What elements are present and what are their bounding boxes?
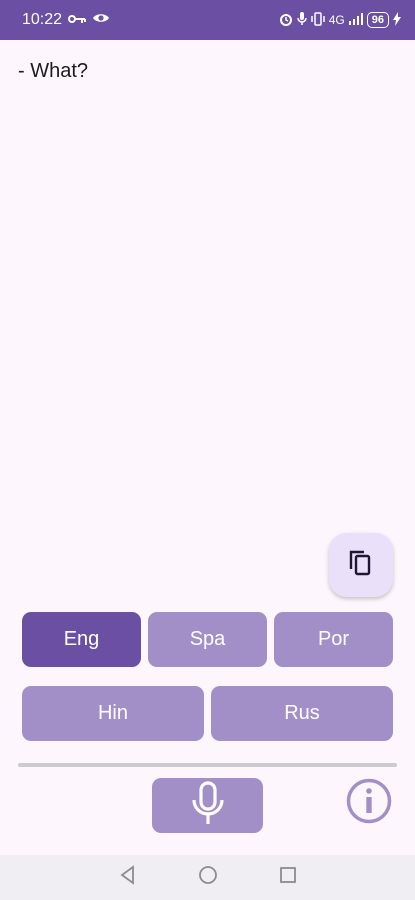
copy-button[interactable]	[329, 533, 393, 597]
signal-icon	[348, 12, 363, 28]
lang-button-label: Eng	[63, 628, 100, 650]
key-icon	[68, 11, 87, 29]
info-icon	[346, 778, 392, 829]
copy-icon	[348, 549, 374, 582]
lang-button-hin[interactable]: Hin	[22, 686, 204, 741]
status-left: 10:22	[22, 11, 110, 29]
home-icon[interactable]	[198, 865, 218, 890]
lang-button-por[interactable]: Por	[274, 612, 393, 667]
network-type-label: 4G	[328, 13, 345, 27]
lang-button-label: Hin	[97, 702, 128, 724]
alarm-icon	[279, 12, 293, 29]
status-time: 10:22	[22, 11, 63, 28]
system-nav-bar	[0, 855, 415, 900]
lang-button-spa[interactable]: Spa	[148, 612, 267, 667]
status-right: 4G 96	[279, 11, 401, 29]
back-icon[interactable]	[118, 865, 138, 890]
divider	[18, 763, 397, 767]
mic-status-icon	[296, 11, 307, 29]
lang-button-label: Rus	[284, 702, 320, 724]
vibrate-icon	[310, 11, 325, 29]
eye-icon	[92, 11, 110, 29]
microphone-icon	[190, 780, 226, 831]
lang-button-rus[interactable]: Rus	[211, 686, 393, 741]
status-bar: 10:22 4G 96	[0, 0, 415, 40]
info-button[interactable]	[346, 778, 392, 829]
transcript-text: - What?	[18, 60, 89, 82]
lang-button-eng[interactable]: Eng	[22, 612, 141, 667]
recents-icon[interactable]	[278, 865, 298, 890]
lang-button-label: Spa	[189, 628, 226, 650]
charging-icon	[393, 11, 401, 29]
battery-level: 96	[366, 12, 389, 28]
microphone-button[interactable]	[152, 778, 263, 833]
lang-button-label: Por	[317, 628, 350, 650]
